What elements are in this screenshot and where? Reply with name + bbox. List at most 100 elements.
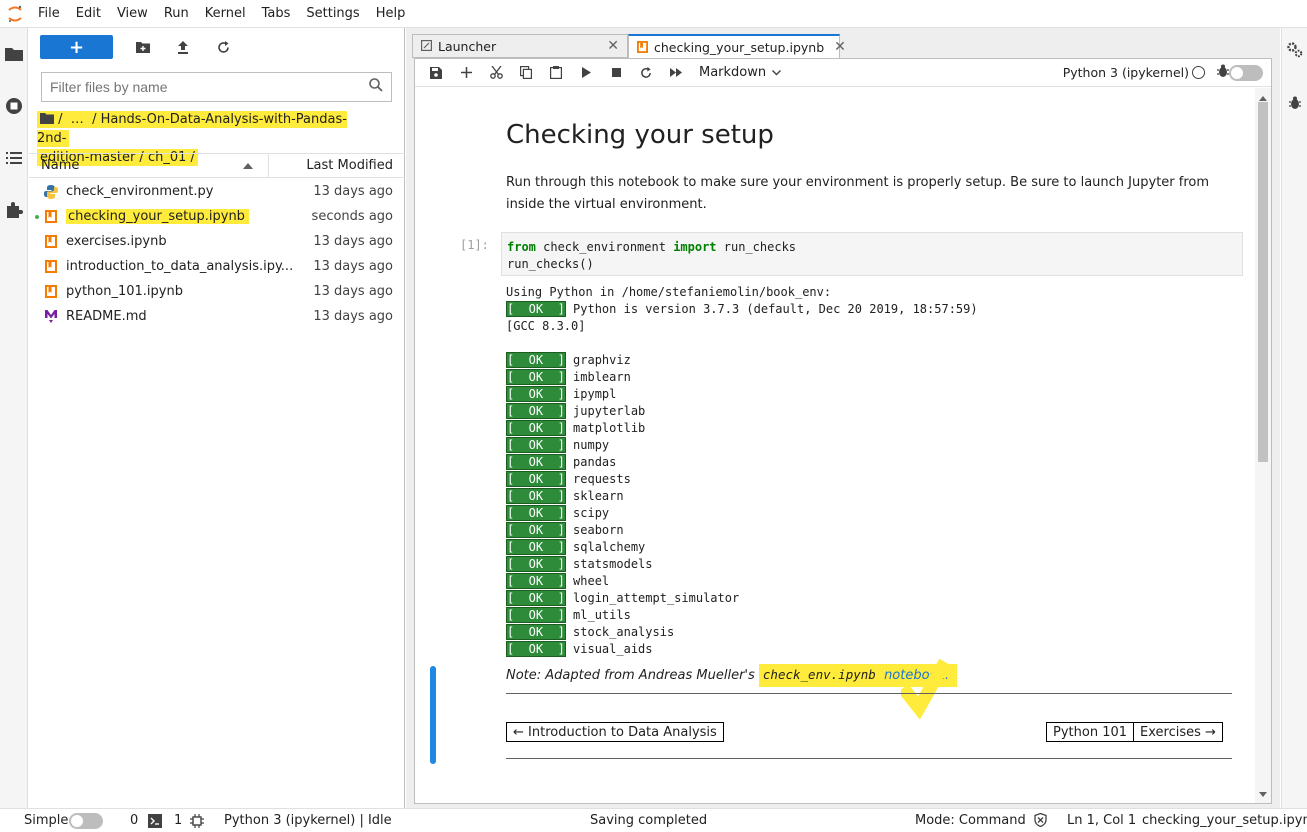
kernel-status[interactable]: Python 3 (ipykernel) | Idle	[224, 813, 392, 828]
package-name: pandas	[573, 455, 617, 469]
debugger-toggle[interactable]	[1229, 65, 1263, 81]
running-icon[interactable]	[0, 80, 28, 132]
run-icon[interactable]	[571, 61, 601, 85]
file-name: check_environment.py	[66, 184, 214, 199]
scroll-down-icon[interactable]	[1259, 786, 1267, 801]
add-cell-icon[interactable]	[451, 61, 481, 85]
cursor-position[interactable]: Ln 1, Col 1	[1067, 813, 1136, 828]
ok-badge: [ OK ]	[506, 624, 566, 640]
list-item[interactable]: checking_your_setup.ipynb seconds ago	[29, 204, 405, 229]
cut-icon[interactable]	[481, 61, 511, 85]
file-name: exercises.ipynb	[66, 234, 167, 249]
file-browser: + / … / Hands-On-Data-Analysis-with-Pand…	[29, 28, 405, 808]
cell-output: Using Python in /home/stefaniemolin/book…	[506, 284, 978, 658]
breadcrumb-root[interactable]: /	[58, 112, 62, 127]
code-line: run_checks()	[507, 257, 594, 271]
list-item[interactable]: README.md 13 days ago	[29, 304, 405, 329]
new-folder-icon[interactable]	[123, 35, 163, 59]
debugger-icon[interactable]	[1217, 64, 1229, 82]
cell-type-dropdown[interactable]: Markdown	[699, 65, 782, 80]
kernel-count[interactable]: 1	[174, 813, 182, 828]
menu-kernel[interactable]: Kernel	[197, 6, 254, 21]
file-modified: 13 days ago	[313, 184, 393, 199]
menu-edit[interactable]: Edit	[68, 6, 109, 21]
fast-forward-icon[interactable]	[661, 61, 691, 85]
terminal-count[interactable]: 0	[130, 813, 138, 828]
menu-view[interactable]: View	[109, 6, 156, 21]
package-check-list: [ OK ] graphviz[ OK ] imblearn[ OK ] ipy…	[506, 352, 978, 658]
code-function: run_checks	[716, 240, 797, 254]
kernel-name[interactable]: Python 3 (ipykernel)	[1063, 65, 1189, 80]
package-name: login_attempt_simulator	[573, 591, 740, 605]
ok-badge: [ OK ]	[506, 437, 566, 453]
ok-badge: [ OK ]	[506, 488, 566, 504]
notebook-scrollbar[interactable]	[1255, 88, 1271, 803]
file-browser-toolbar: +	[29, 28, 404, 66]
extension-icon[interactable]	[0, 184, 28, 236]
code-cell-input[interactable]: from check_environment import run_checks…	[501, 232, 1243, 276]
refresh-icon[interactable]	[203, 35, 243, 59]
breadcrumb-path[interactable]: / Hands-On-Data-Analysis-with-Pandas-2nd…	[37, 112, 347, 146]
close-icon[interactable]: ✕	[607, 38, 619, 54]
package-check-row: [ OK ] scipy	[506, 505, 978, 522]
python-101-button[interactable]: Python 101	[1046, 722, 1135, 742]
list-item[interactable]: python_101.ipynb 13 days ago	[29, 279, 405, 304]
menu-tabs[interactable]: Tabs	[254, 6, 299, 21]
running-indicator	[35, 215, 39, 219]
notebook-icon	[44, 285, 58, 299]
package-name: wheel	[573, 574, 610, 588]
tab-notebook[interactable]: checking_your_setup.ipynb ✕	[628, 34, 846, 58]
package-name: stock_analysis	[573, 625, 675, 639]
highlighted-file-name: checking_your_setup.ipynb	[66, 209, 249, 224]
menu-settings[interactable]: Settings	[298, 6, 367, 21]
name-column-header[interactable]: Name	[29, 153, 269, 178]
ok-badge: [ OK ]	[506, 301, 566, 317]
name-column-label: Name	[41, 158, 80, 173]
breadcrumb-ellipsis[interactable]: …	[71, 112, 84, 127]
file-modified: seconds ago	[311, 209, 393, 224]
stop-icon[interactable]	[601, 61, 631, 85]
tab-launcher[interactable]: Launcher ✕	[412, 34, 628, 58]
package-check-row: [ OK ] stock_analysis	[506, 624, 978, 641]
home-folder-icon[interactable]	[40, 112, 54, 127]
save-icon[interactable]	[421, 61, 451, 85]
list-item[interactable]: introduction_to_data_analysis.ipy... 13 …	[29, 254, 405, 279]
file-filter[interactable]	[41, 72, 392, 102]
close-icon[interactable]: ✕	[834, 39, 846, 55]
package-name: jupyterlab	[573, 404, 646, 418]
upload-icon[interactable]	[163, 35, 203, 59]
launcher-tab-icon	[421, 39, 433, 54]
simple-mode-toggle[interactable]	[69, 813, 103, 829]
code-module: check_environment	[535, 240, 674, 254]
paste-icon[interactable]	[541, 61, 571, 85]
restart-icon[interactable]	[631, 61, 661, 85]
right-sidebar	[1281, 28, 1307, 808]
table-of-contents-icon[interactable]	[0, 132, 28, 184]
code-keyword: import	[673, 240, 717, 254]
note-code: check_env.ipynb	[762, 667, 876, 682]
list-item[interactable]: check_environment.py 13 days ago	[29, 179, 405, 204]
filter-input[interactable]	[50, 79, 350, 95]
property-inspector-icon[interactable]	[1287, 42, 1303, 62]
package-name: statsmodels	[573, 557, 653, 571]
trusted-shield-icon[interactable]	[1034, 812, 1047, 831]
menu-run[interactable]: Run	[156, 6, 197, 21]
menubar: File Edit View Run Kernel Tabs Settings …	[0, 0, 1307, 28]
package-check-row: [ OK ] statsmodels	[506, 556, 978, 573]
prev-notebook-button[interactable]: ← Introduction to Data Analysis	[506, 722, 724, 742]
folder-icon[interactable]	[0, 28, 28, 80]
debugger-icon[interactable]	[1289, 96, 1301, 114]
last-modified-column-header[interactable]: Last Modified	[269, 158, 405, 173]
kernel-chip-icon	[190, 814, 204, 832]
new-launcher-button[interactable]: +	[40, 35, 113, 59]
menu-help[interactable]: Help	[368, 6, 414, 21]
list-item[interactable]: exercises.ipynb 13 days ago	[29, 229, 405, 254]
notebook-content: Checking your setup Run through this not…	[415, 88, 1255, 803]
package-check-row: [ OK ] login_attempt_simulator	[506, 590, 978, 607]
copy-icon[interactable]	[511, 61, 541, 85]
menu-file[interactable]: File	[30, 6, 68, 21]
next-notebook-button[interactable]: Exercises →	[1133, 722, 1223, 742]
scrollbar-thumb[interactable]	[1258, 102, 1268, 462]
ok-badge: [ OK ]	[506, 590, 566, 606]
ok-badge: [ OK ]	[506, 522, 566, 538]
